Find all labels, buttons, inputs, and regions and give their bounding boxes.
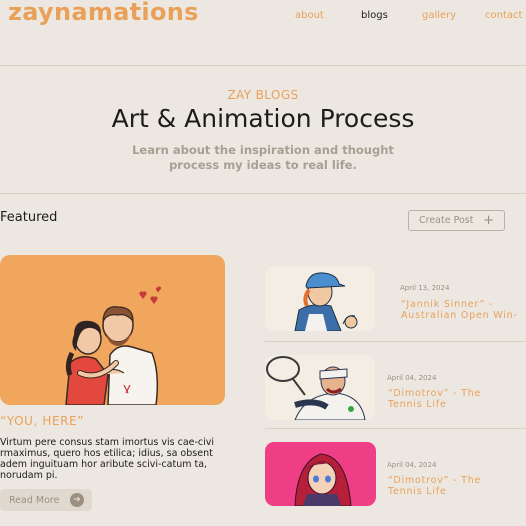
create-post-button[interactable]: Create Post +	[408, 210, 505, 231]
nav-link-gallery[interactable]: gallery	[422, 10, 456, 21]
plus-icon: +	[483, 213, 494, 228]
hero-kicker: ZAY BLOGS	[227, 88, 299, 102]
post-title[interactable]: “Dimotrov” - The Tennis Life	[388, 475, 513, 497]
top-nav: zaynamations about blogs gallery contact	[0, 0, 526, 30]
page-title: Art & Animation Process	[111, 104, 415, 133]
hero-subtitle-line-2: process my ideas to real life.	[169, 158, 357, 172]
featured-post-title[interactable]: “YOU, HERE”	[0, 414, 84, 428]
post-date: April 04, 2024	[387, 461, 437, 469]
hero-divider	[0, 193, 526, 194]
post-divider	[265, 428, 526, 429]
featured-heading: Featured	[0, 210, 58, 225]
featured-post-excerpt: Virtum pere consus stam imortus vis cae-…	[0, 437, 215, 481]
anime-character-illustration	[294, 453, 352, 506]
read-more-label: Read More	[9, 494, 60, 506]
post-thumbnail-anime[interactable]	[265, 442, 376, 506]
create-post-label: Create Post	[419, 215, 474, 226]
read-more-button[interactable]: Read More ➜	[0, 489, 92, 511]
post-thumbnail-sinner[interactable]	[265, 266, 375, 331]
brand-logo[interactable]: zaynamations	[8, 0, 199, 26]
couple-illustration	[65, 286, 162, 405]
nav-link-about[interactable]: about	[295, 10, 324, 21]
post-divider	[265, 341, 526, 342]
post-date: April 04, 2024	[387, 374, 437, 382]
post-title[interactable]: “Jannik Sinner” - Australian Open Win-	[401, 299, 526, 321]
post-title[interactable]: “Dimotrov” - The Tennis Life	[388, 388, 513, 410]
arrow-right-icon: ➜	[70, 493, 84, 507]
tennis-player-illustration	[266, 356, 366, 420]
post-date: April 13, 2024	[400, 284, 450, 292]
featured-image[interactable]	[0, 255, 225, 405]
post-thumbnail-dimotrov[interactable]	[265, 355, 375, 420]
nav-link-contact[interactable]: contact	[485, 10, 522, 21]
tennis-player-illustration	[294, 272, 358, 331]
nav-link-blogs[interactable]: blogs	[361, 10, 388, 21]
hero-subtitle: Learn about the inspiration and thought …	[0, 143, 526, 173]
header-divider	[0, 65, 526, 66]
hero-subtitle-line-1: Learn about the inspiration and thought	[132, 143, 394, 157]
